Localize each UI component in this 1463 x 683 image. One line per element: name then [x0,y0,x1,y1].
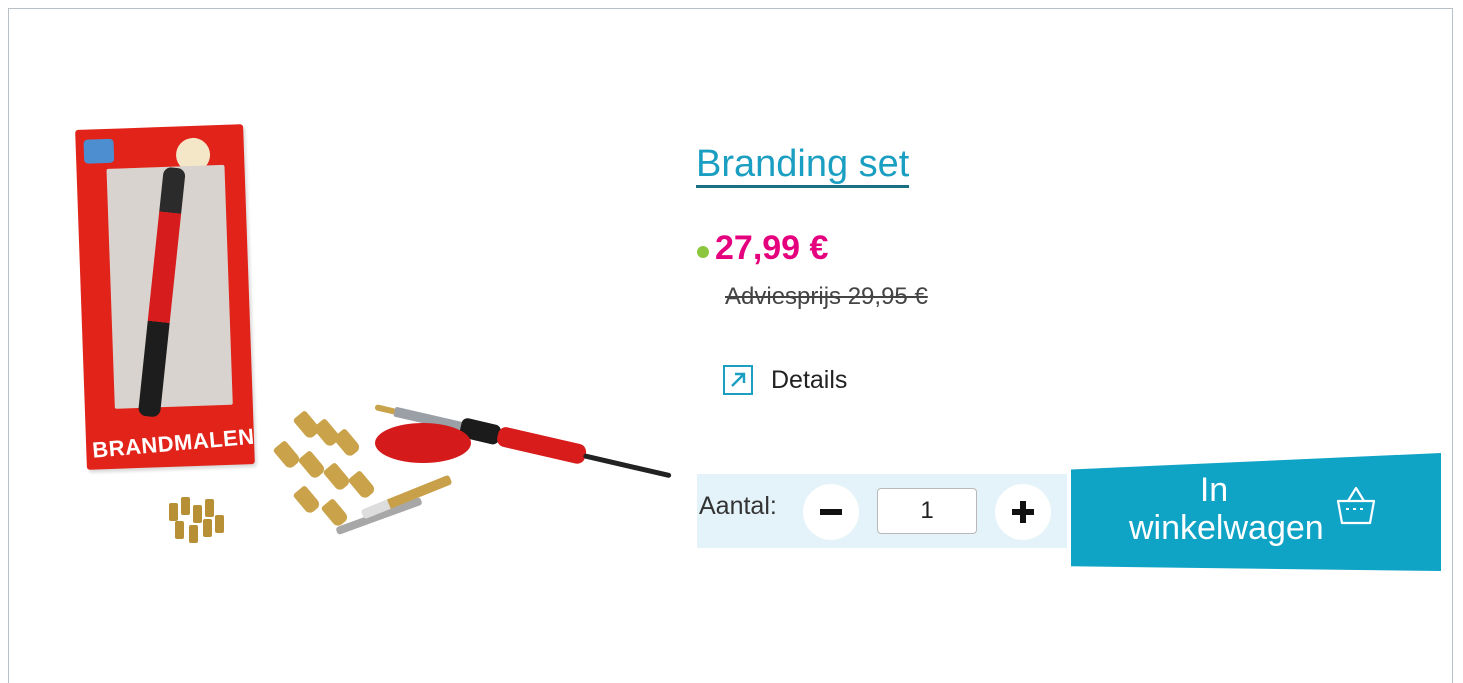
product-price: 27,99 € [715,229,829,267]
minus-icon [820,509,842,515]
decrease-quantity-button[interactable] [803,484,859,540]
add-to-cart-label-line2: winkelwagen [1129,509,1324,547]
box-label: BRANDMALEN [91,423,256,463]
external-link-arrow-icon [723,365,753,395]
add-to-cart-label: In winkelwagen [1129,471,1324,547]
brass-nibs [159,497,229,547]
increase-quantity-button[interactable] [995,484,1051,540]
details-label: Details [771,365,848,394]
quantity-bar: Aantal: [697,474,1067,548]
brass-tips [259,409,379,552]
details-link[interactable]: Details [723,365,847,395]
brand-logo [83,138,115,164]
quantity-input[interactable] [877,488,977,534]
advice-price: Adviesprijs 29,95 € [725,283,928,310]
plus-icon [1012,501,1034,523]
add-to-cart-button[interactable]: In winkelwagen [1071,453,1441,571]
product-card: BRANDMALEN Branding set 27,99 € Adviespr… [8,8,1453,683]
product-title-link[interactable]: Branding set [696,144,910,188]
basket-icon [1336,486,1376,525]
product-image[interactable]: BRANDMALEN [59,124,674,557]
quantity-label: Aantal: [699,492,777,520]
product-box: BRANDMALEN [75,124,256,470]
iron-stand [375,423,471,463]
add-to-cart-label-line1: In [1199,471,1229,509]
stock-indicator [697,246,709,258]
